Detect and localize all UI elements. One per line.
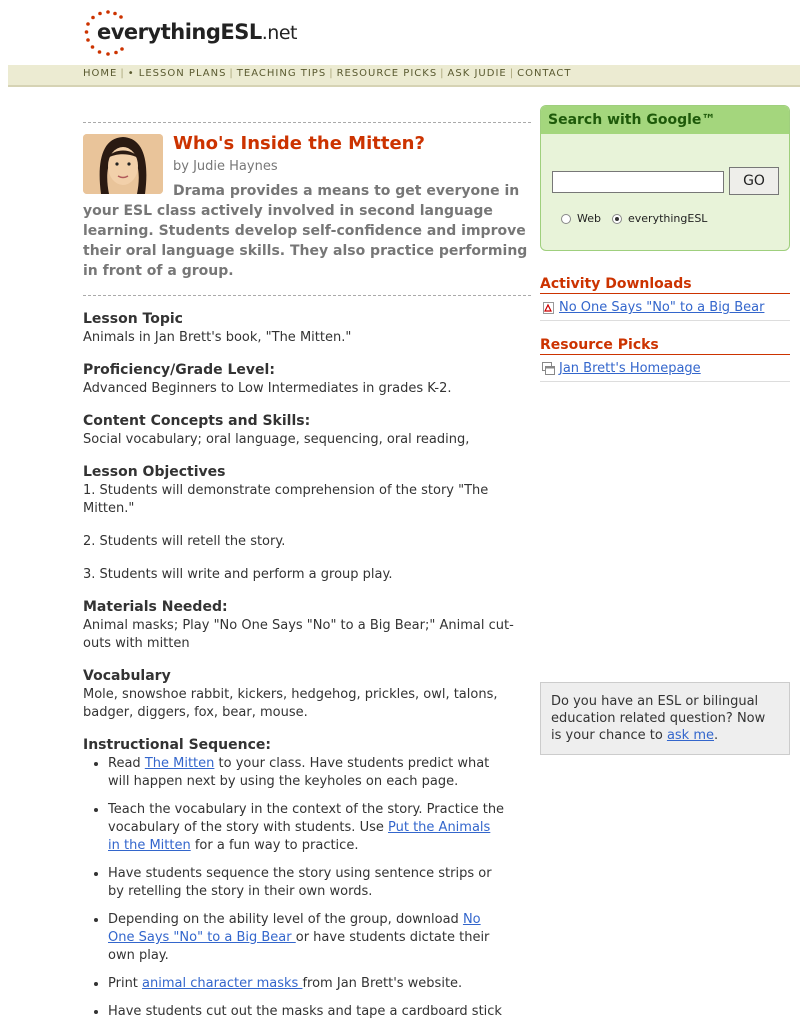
main-navigation: HOME | • LESSON PLANS | TEACHING TIPS | RESOUR… [8, 65, 800, 87]
section-topic: Lesson Topic Animals in Jan Brett's book… [83, 311, 531, 347]
radio-everythingesl[interactable]: everythingESL [612, 212, 707, 225]
objective-item: 3. Students will write and perform a gro… [83, 567, 393, 582]
google-search-title: Search with Google™ [548, 112, 716, 128]
ask-me-link[interactable]: ask me [667, 728, 714, 743]
window-link-icon [542, 362, 555, 375]
resource-item: Jan Brett's Homepage [540, 355, 790, 382]
list-item: Depending on the ability level of the gr… [108, 911, 506, 965]
list-item: Have students cut out the masks and tape… [108, 1003, 506, 1021]
nav-home[interactable]: HOME [83, 68, 117, 79]
article-byline: by Judie Haynes [173, 159, 278, 174]
nav-teaching-tips[interactable]: TEACHING TIPS [237, 68, 326, 79]
article-main: Who's Inside the Mitten? by Judie Haynes… [83, 122, 531, 1031]
jan-brett-link[interactable]: Jan Brett's Homepage [559, 361, 701, 376]
logo-wordmark: everythingESL.net [97, 20, 297, 44]
download-big-bear-link[interactable]: No One Says "No" to a Big Bear [559, 300, 764, 315]
nav-ask-judie[interactable]: ASK JUDIE [448, 68, 507, 79]
section-text: Social vocabulary; oral language, sequen… [83, 432, 470, 447]
activity-downloads-heading: Activity Downloads [540, 276, 790, 294]
download-item: No One Says "No" to a Big Bear [540, 294, 790, 321]
ask-judie-box: Do you have an ESL or bilingual educatio… [540, 682, 790, 755]
article-header: Who's Inside the Mitten? by Judie Haynes… [83, 123, 531, 295]
search-input[interactable] [552, 171, 724, 193]
nav-contact[interactable]: CONTACT [517, 68, 571, 79]
pdf-icon [543, 302, 554, 314]
link-the-mitten[interactable]: The Mitten [145, 756, 215, 771]
sequence-list: Read The Mitten to your class. Have stud… [83, 755, 531, 1021]
site-logo[interactable]: everythingESL.net [83, 8, 298, 58]
resource-picks-heading: Resource Picks [540, 337, 790, 355]
section-heading: Lesson Objectives [83, 464, 226, 480]
list-item: Print animal character masks from Jan Br… [108, 975, 506, 993]
nav-lesson-plans[interactable]: • LESSON PLANS [128, 68, 227, 79]
section-level: Proficiency/Grade Level: Advanced Beginn… [83, 362, 531, 398]
section-vocabulary: Vocabulary Mole, snowshoe rabbit, kicker… [83, 668, 531, 722]
section-text: Animals in Jan Brett's book, "The Mitten… [83, 330, 352, 345]
google-search-box: Search with Google™ GO Web everythingESL [540, 105, 790, 251]
section-text: Animal masks; Play "No One Says "No" to … [83, 618, 514, 651]
objective-item: 1. Students will demonstrate comprehensi… [83, 483, 489, 516]
divider [83, 295, 531, 296]
section-heading: Vocabulary [83, 668, 171, 684]
link-animal-masks[interactable]: animal character masks [142, 976, 302, 991]
nav-resource-picks[interactable]: RESOURCE PICKS [337, 68, 438, 79]
section-heading: Lesson Topic [83, 311, 183, 327]
objective-item: 2. Students will retell the story. [83, 534, 286, 549]
sidebar: Search with Google™ GO Web everythingESL… [540, 105, 790, 382]
section-concepts: Content Concepts and Skills: Social voca… [83, 413, 531, 449]
list-item: Teach the vocabulary in the context of t… [108, 801, 506, 855]
section-materials: Materials Needed: Animal masks; Play "No… [83, 599, 531, 653]
section-objectives: Lesson Objectives 1. Students will demon… [83, 464, 531, 584]
section-text: Mole, snowshoe rabbit, kickers, hedgehog… [83, 687, 498, 720]
article-title: Who's Inside the Mitten? [173, 133, 425, 154]
article-intro: Drama provides a means to get everyone i… [83, 183, 528, 279]
section-sequence: Instructional Sequence: Read The Mitten … [83, 737, 531, 1021]
section-heading: Proficiency/Grade Level: [83, 362, 275, 378]
section-heading: Content Concepts and Skills: [83, 413, 311, 429]
search-go-button[interactable]: GO [729, 167, 779, 195]
section-heading: Materials Needed: [83, 599, 228, 615]
section-heading: Instructional Sequence: [83, 737, 271, 753]
section-text: Advanced Beginners to Low Intermediates … [83, 381, 452, 396]
radio-web[interactable]: Web [561, 212, 601, 225]
list-item: Have students sequence the story using s… [108, 865, 506, 901]
site-header: everythingESL.net [0, 0, 800, 66]
radio-selected-icon [612, 214, 622, 224]
list-item: Read The Mitten to your class. Have stud… [108, 755, 506, 791]
radio-icon [561, 214, 571, 224]
